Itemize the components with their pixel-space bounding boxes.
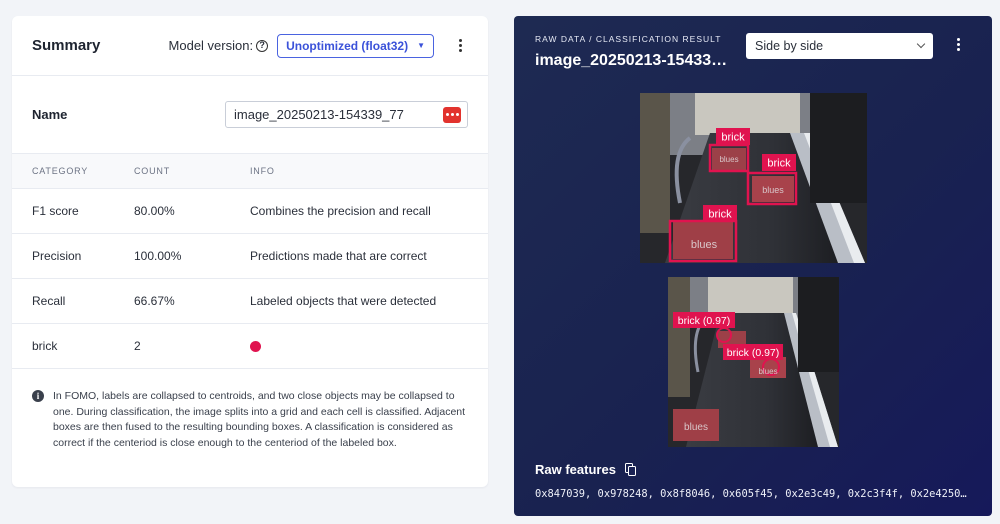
logo-text: blues — [691, 239, 718, 251]
view-mode-value: Side by side — [755, 39, 824, 53]
help-icon[interactable]: ? — [256, 39, 269, 52]
view-mode-select[interactable]: Side by side — [746, 33, 933, 59]
summary-panel: Summary Model version: ? Unoptimized (fl… — [12, 16, 488, 487]
more-options-icon[interactable] — [957, 38, 960, 51]
table-row: Precision 100.00% Predictions made that … — [12, 234, 488, 279]
row-count: 66.67% — [134, 294, 175, 308]
row-category: brick — [32, 339, 58, 353]
name-label: Name — [32, 107, 68, 122]
name-input[interactable]: image_20250213-154339_77 — [225, 101, 468, 128]
name-options-icon[interactable] — [443, 106, 461, 123]
prediction-label: brick (0.97) — [727, 347, 780, 359]
labeled-image: brick brick brick blues blues blues — [640, 93, 867, 263]
table-row: brick 2 — [12, 324, 488, 369]
chevron-down-icon — [916, 39, 926, 49]
name-row: Name image_20250213-154339_77 — [12, 76, 488, 154]
row-category: F1 score — [32, 204, 79, 218]
logo-text: blues — [684, 422, 708, 433]
row-category: Recall — [32, 294, 66, 308]
logo-text: blues — [762, 185, 784, 195]
col-count: COUNT — [134, 166, 170, 176]
section-label: RAW DATA / CLASSIFICATION RESULT — [535, 34, 722, 44]
model-version-label: Model version: — [168, 38, 254, 53]
box-label: brick — [767, 158, 791, 170]
row-count: 100.00% — [134, 249, 182, 263]
logo-text: blues — [719, 155, 738, 164]
summary-title: Summary — [32, 37, 101, 54]
table-row: Recall 66.67% Labeled objects that were … — [12, 279, 488, 324]
row-info: Labeled objects that were detected — [250, 294, 437, 308]
raw-features-label: Raw features — [535, 462, 616, 477]
table-header: CATEGORY COUNT INFO — [12, 154, 488, 189]
row-info: Predictions made that are correct — [250, 249, 427, 263]
info-icon: i — [32, 390, 44, 402]
prediction-label: brick (0.97) — [678, 315, 731, 327]
summary-header: Summary Model version: ? Unoptimized (fl… — [12, 16, 488, 76]
model-version-value: Unoptimized (float32) — [286, 38, 409, 53]
copy-icon[interactable] — [624, 463, 637, 476]
note-text: In FOMO, labels are collapsed to centroi… — [53, 390, 466, 449]
model-version-select[interactable]: Unoptimized (float32) ▼ — [277, 33, 434, 58]
col-info: INFO — [250, 166, 275, 176]
fomo-note: i In FOMO, labels are collapsed to centr… — [12, 369, 488, 451]
box-label: brick — [708, 209, 732, 221]
image-title: image_20250213-154339_77 — [535, 52, 731, 69]
brick-color-swatch — [250, 341, 261, 353]
raw-features-heading: Raw features — [535, 462, 637, 477]
model-version: Model version: ? Unoptimized (float32) ▼ — [168, 33, 468, 58]
logo-text: blues — [758, 367, 777, 376]
row-info: Combines the precision and recall — [250, 204, 431, 218]
row-count: 2 — [134, 339, 141, 353]
prediction-image: brick (0.97) brick (0.97) blues blues — [668, 277, 839, 447]
caret-down-icon: ▼ — [417, 41, 425, 50]
raw-features-values: 0x847039, 0x978248, 0x8f8046, 0x605f45, … — [535, 488, 968, 500]
more-options-icon[interactable] — [452, 39, 468, 52]
classification-panel: RAW DATA / CLASSIFICATION RESULT image_2… — [514, 16, 992, 516]
row-count: 80.00% — [134, 204, 175, 218]
name-value: image_20250213-154339_77 — [234, 107, 404, 122]
row-category: Precision — [32, 249, 82, 263]
table-row: F1 score 80.00% Combines the precision a… — [12, 189, 488, 234]
col-category: CATEGORY — [32, 166, 89, 176]
box-label: brick — [721, 132, 745, 144]
